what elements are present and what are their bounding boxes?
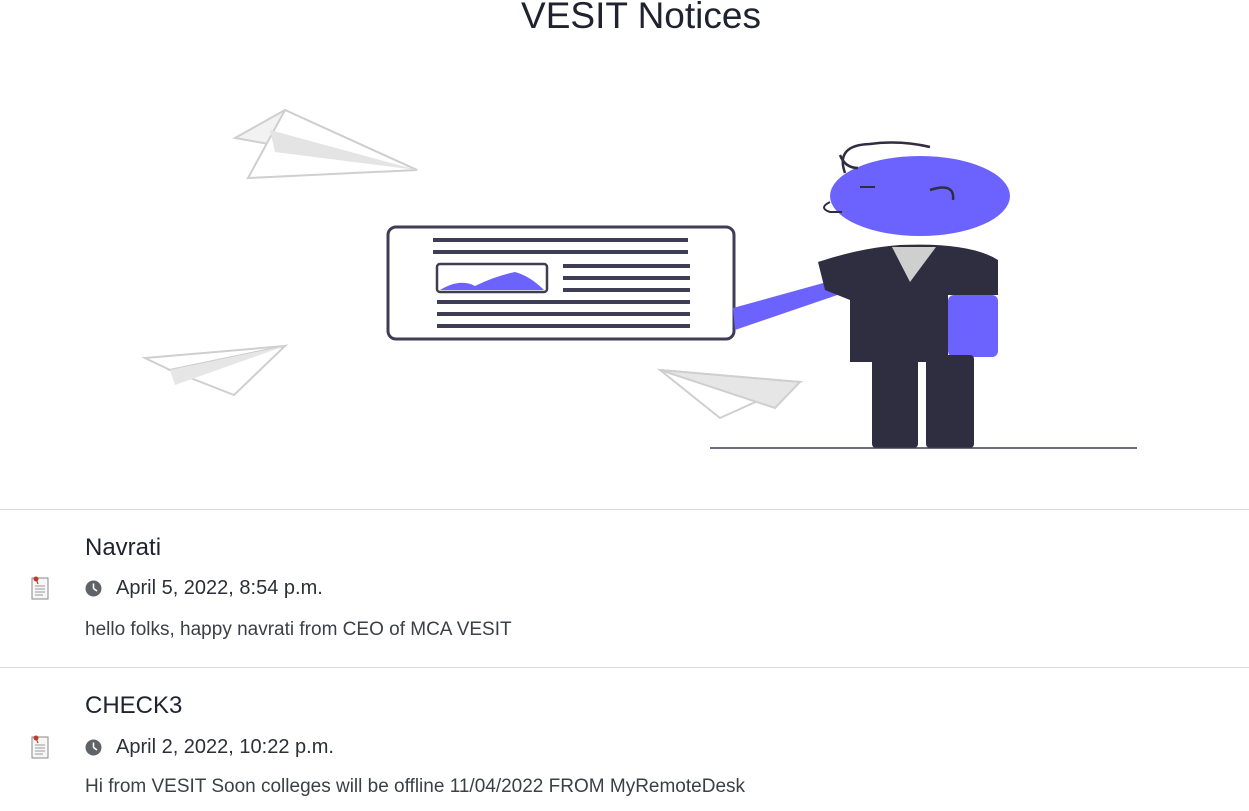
notice-timestamp: April 5, 2022, 8:54 p.m. bbox=[85, 577, 323, 600]
notice-title: Navrati bbox=[85, 534, 162, 561]
notice-body: hello folks, happy navrati from CEO of M… bbox=[85, 619, 512, 640]
document-pin-icon bbox=[31, 576, 49, 600]
document-pin-icon bbox=[31, 735, 49, 759]
clock-icon bbox=[85, 580, 102, 597]
paper-plane-icon bbox=[656, 368, 804, 420]
page-title: VESIT Notices bbox=[521, 0, 761, 36]
notice-title: CHECK3 bbox=[85, 692, 183, 719]
notice-board-graphic bbox=[386, 225, 736, 341]
notice-timestamp-text: April 5, 2022, 8:54 p.m. bbox=[116, 577, 323, 599]
clock-icon bbox=[85, 739, 102, 756]
paper-plane-icon bbox=[141, 344, 289, 397]
notice-body: Hi from VESIT Soon colleges will be offl… bbox=[85, 776, 746, 797]
paper-plane-icon bbox=[232, 108, 418, 180]
notice-timestamp: April 2, 2022, 10:22 p.m. bbox=[85, 736, 334, 759]
notices-page: VESIT Notices Navrati April 5, 2022, 8:5… bbox=[0, 0, 1249, 811]
notice-item[interactable]: Navrati April 5, 2022, 8:54 p.m. hello f… bbox=[0, 509, 1249, 667]
hero-illustration bbox=[141, 108, 1137, 449]
notice-timestamp-text: April 2, 2022, 10:22 p.m. bbox=[116, 736, 334, 758]
notice-item[interactable]: CHECK3 April 2, 2022, 10:22 p.m. Hi from… bbox=[0, 667, 1249, 811]
